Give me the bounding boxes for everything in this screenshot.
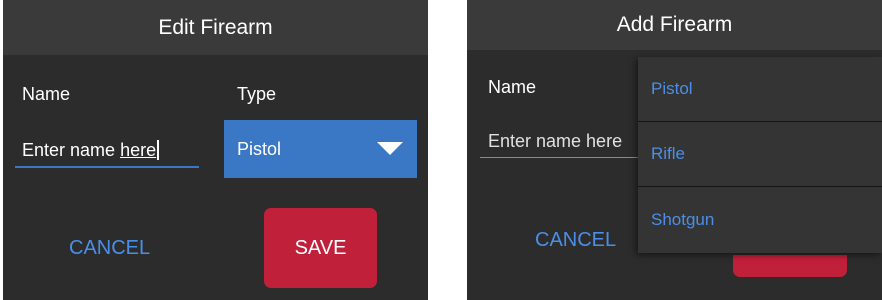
save-button-label: SAVE [294,236,347,259]
name-input-text: Enter name here [22,139,157,160]
cancel-button[interactable]: CANCEL [529,228,622,253]
dropdown-option-rifle[interactable]: Rifle [638,122,882,187]
chevron-down-icon [377,142,403,155]
dialog-header: Add Firearm [467,0,882,50]
type-label: Type [237,84,277,104]
name-label: Name [488,77,537,97]
input-underline [480,157,640,158]
edit-firearm-dialog: Edit Firearm Name Type Enter name here P… [3,0,428,300]
option-label: Pistol [651,79,693,98]
type-select-value: Pistol [237,138,282,159]
name-input-placeholder: Enter name here [488,130,623,151]
dropdown-option-shotgun[interactable]: Shotgun [638,187,882,252]
name-input[interactable]: Enter name here [15,132,199,168]
option-label: Rifle [651,144,686,163]
dialog-header: Edit Firearm [3,0,428,55]
name-input[interactable]: Enter name here [480,124,640,158]
option-label: Shotgun [651,209,715,229]
cancel-button[interactable]: CANCEL [63,236,156,261]
dropdown-option-pistol[interactable]: Pistol [638,57,882,122]
text-caret [157,140,160,160]
name-label: Name [22,84,71,104]
save-button[interactable] [733,255,847,277]
type-select[interactable]: Pistol [224,120,417,178]
add-firearm-dialog: Add Firearm Name Enter name here CANCEL … [467,0,882,300]
input-underline [15,166,199,168]
type-dropdown-menu: Pistol Rifle Shotgun [638,57,882,253]
dialog-title: Add Firearm [616,13,733,36]
dialog-title: Edit Firearm [158,15,273,39]
save-button[interactable]: SAVE [264,208,377,288]
